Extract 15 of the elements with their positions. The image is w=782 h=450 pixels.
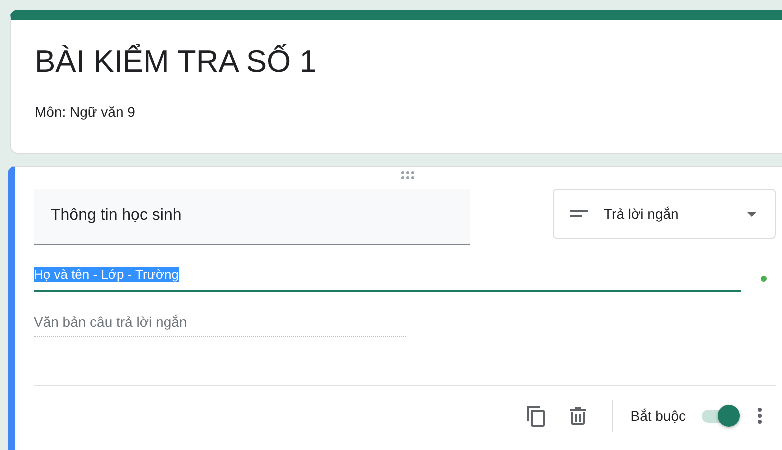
- required-toggle[interactable]: [702, 405, 740, 427]
- status-dot: [761, 276, 767, 282]
- short-answer-field: Văn bản câu trả lời ngắn: [34, 314, 406, 337]
- description-text: Họ và tên - Lớp - Trường: [34, 267, 179, 282]
- form-description: Môn: Ngữ văn 9: [35, 104, 136, 120]
- caret-icon: [747, 212, 757, 216]
- drag-handle-icon[interactable]: [400, 171, 416, 181]
- question-type-dropdown[interactable]: Trả lời ngắn: [553, 189, 776, 239]
- question-title-field[interactable]: Thông tin học sinh: [34, 189, 470, 245]
- form-title: BÀI KIỂM TRA SỐ 1: [35, 44, 318, 80]
- copy-icon: [526, 405, 546, 427]
- trash-icon: [570, 407, 586, 425]
- short-text-icon: [570, 210, 588, 218]
- required-label: Bắt buộc: [630, 408, 686, 424]
- more-vertical-icon: [758, 408, 762, 424]
